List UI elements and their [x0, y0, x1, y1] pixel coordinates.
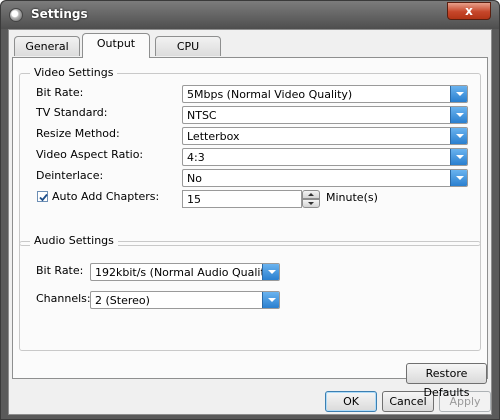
- audio-settings-title: Audio Settings: [30, 234, 118, 247]
- tab-output[interactable]: Output: [82, 33, 150, 58]
- tab-cpu[interactable]: CPU: [155, 36, 221, 56]
- restore-defaults-button[interactable]: Restore Defaults: [406, 363, 487, 399]
- window-title: Settings: [31, 7, 88, 21]
- video-bit-rate-value: 5Mbps (Normal Video Quality): [187, 88, 353, 101]
- video-settings-title: Video Settings: [30, 66, 118, 79]
- deinterlace-label: Deinterlace:: [36, 169, 104, 182]
- chapter-interval-value: 15: [187, 193, 201, 206]
- chevron-down-icon[interactable]: [450, 149, 467, 165]
- chevron-down-icon[interactable]: [450, 107, 467, 123]
- chapter-interval-stepper[interactable]: [302, 190, 320, 208]
- dialog-body: General Output CPU Video Settings Bit Ra…: [8, 29, 492, 415]
- app-icon: [9, 8, 23, 22]
- chevron-down-icon[interactable]: [450, 170, 467, 186]
- resize-method-value: Letterbox: [187, 130, 240, 143]
- auto-add-chapters-label: Auto Add Chapters:: [52, 190, 160, 203]
- aspect-ratio-dropdown[interactable]: 4:3: [182, 148, 468, 166]
- chapter-interval-input[interactable]: 15: [182, 190, 302, 208]
- close-icon: x: [465, 4, 473, 18]
- tab-output-label: Output: [96, 37, 136, 50]
- audio-bit-rate-dropdown[interactable]: 192kbit/s (Normal Audio Quality): [90, 263, 280, 281]
- deinterlace-value: No: [187, 172, 202, 185]
- settings-window: Settings x General Output CPU Video Sett…: [0, 0, 500, 420]
- decrement-icon[interactable]: [302, 199, 320, 208]
- tv-standard-value: NTSC: [187, 109, 217, 122]
- chevron-down-icon[interactable]: [262, 292, 279, 308]
- resize-method-dropdown[interactable]: Letterbox: [182, 127, 468, 145]
- audio-bit-rate-label: Bit Rate:: [36, 264, 84, 277]
- checkmark-icon: [39, 193, 48, 202]
- aspect-ratio-label: Video Aspect Ratio:: [36, 148, 144, 161]
- tab-general[interactable]: General: [14, 36, 80, 56]
- close-button[interactable]: x: [447, 2, 491, 20]
- tab-cpu-label: CPU: [176, 40, 200, 53]
- video-bit-rate-label: Bit Rate:: [36, 86, 84, 99]
- auto-add-chapters-checkbox[interactable]: [37, 191, 48, 202]
- tv-standard-label: TV Standard:: [36, 106, 108, 119]
- video-bit-rate-dropdown[interactable]: 5Mbps (Normal Video Quality): [182, 85, 468, 103]
- tv-standard-dropdown[interactable]: NTSC: [182, 106, 468, 124]
- aspect-ratio-value: 4:3: [187, 151, 205, 164]
- tab-general-label: General: [25, 40, 69, 53]
- channels-label: Channels:: [36, 292, 91, 305]
- chevron-down-icon[interactable]: [450, 128, 467, 144]
- chevron-down-icon[interactable]: [262, 264, 279, 280]
- output-tab-panel: Video Settings Bit Rate: 5Mbps (Normal V…: [12, 57, 488, 399]
- resize-method-label: Resize Method:: [36, 127, 120, 140]
- increment-icon[interactable]: [302, 190, 320, 199]
- audio-bit-rate-value: 192kbit/s (Normal Audio Quality): [95, 266, 276, 279]
- channels-dropdown[interactable]: 2 (Stereo): [90, 291, 280, 309]
- title-bar[interactable]: Settings x: [1, 1, 499, 29]
- deinterlace-dropdown[interactable]: No: [182, 169, 468, 187]
- chapter-interval-unit: Minute(s): [326, 191, 378, 204]
- audio-settings-group: Audio Settings Bit Rate: 192kbit/s (Norm…: [19, 234, 481, 351]
- video-settings-group: Video Settings Bit Rate: 5Mbps (Normal V…: [19, 66, 481, 246]
- channels-value: 2 (Stereo): [95, 294, 150, 307]
- chevron-down-icon[interactable]: [450, 86, 467, 102]
- ok-button[interactable]: OK: [325, 391, 377, 412]
